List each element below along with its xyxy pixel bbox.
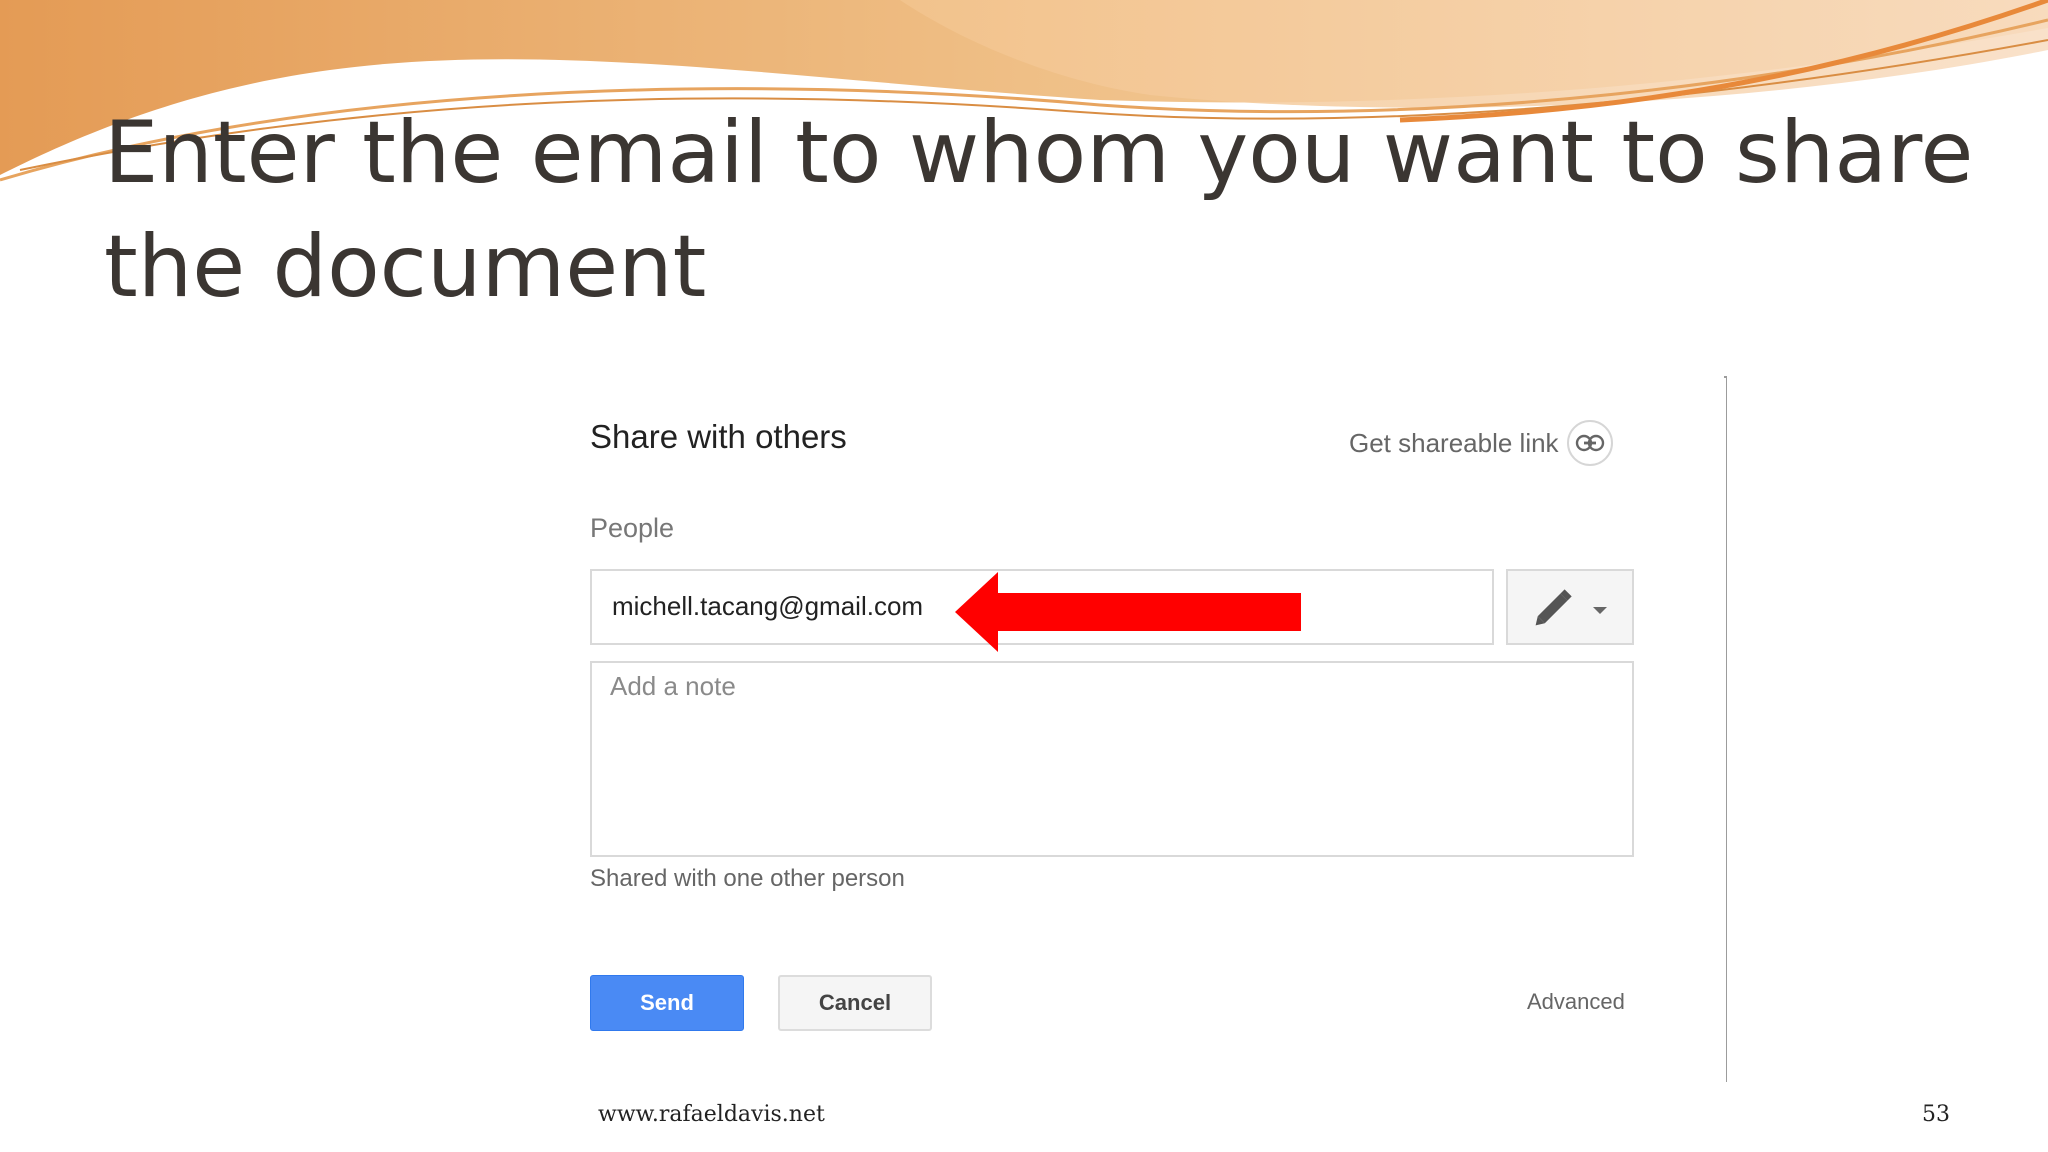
note-placeholder: Add a note — [610, 671, 736, 701]
share-dialog: Share with others Get shareable link Peo… — [560, 378, 1726, 1084]
pencil-icon — [1535, 589, 1572, 626]
slide-title: Enter the email to whom you want to shar… — [104, 103, 1974, 317]
people-label: People — [590, 513, 675, 543]
footer-url: www.rafaeldavis.net — [598, 1102, 825, 1127]
send-button[interactable]: Send — [590, 975, 744, 1031]
cancel-button[interactable]: Cancel — [778, 975, 932, 1031]
annotation-arrow — [955, 572, 1301, 652]
permission-dropdown-button[interactable] — [1506, 569, 1634, 645]
email-value: michell.tacang@gmail.com — [612, 591, 924, 621]
link-icon[interactable] — [1566, 420, 1613, 466]
advanced-link[interactable]: Advanced — [1527, 989, 1625, 1015]
get-shareable-link-label: Get shareable link — [1349, 427, 1559, 458]
add-note-textarea[interactable]: Add a note — [590, 661, 1634, 857]
chevron-down-icon — [1593, 607, 1607, 614]
shared-status-text: Shared with one other person — [590, 865, 905, 892]
page-number: 53 — [1922, 1102, 1950, 1127]
get-shareable-link-button[interactable]: Get shareable link — [1349, 420, 1613, 466]
dialog-title: Share with others — [590, 418, 847, 455]
